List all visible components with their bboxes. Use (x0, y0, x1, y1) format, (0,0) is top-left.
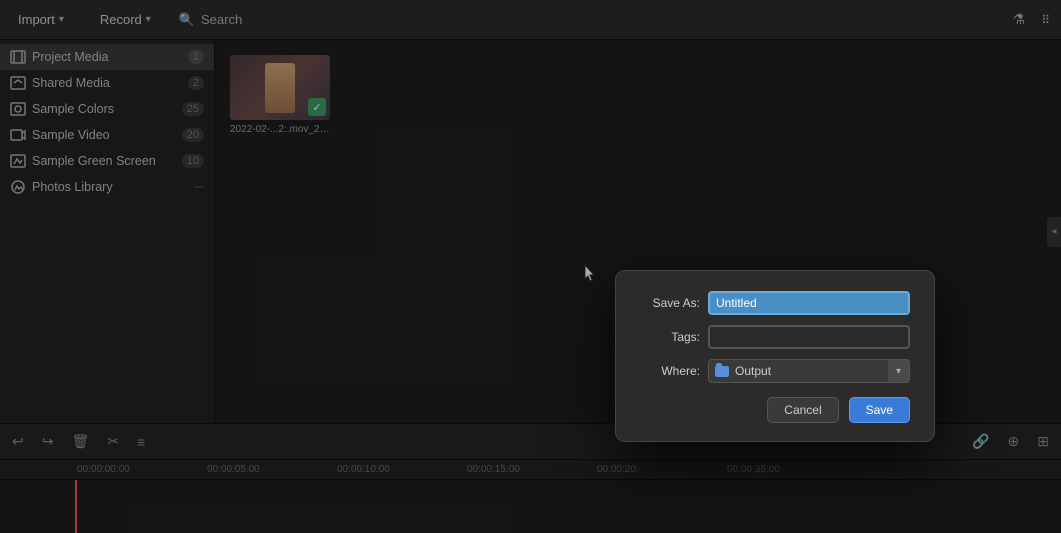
where-select-display[interactable]: Output (708, 359, 888, 383)
save-as-row: Save As: (640, 291, 910, 315)
where-row: Where: Output ▾ (640, 359, 910, 383)
tags-input[interactable] (708, 325, 910, 349)
folder-icon (715, 366, 729, 377)
cancel-button[interactable]: Cancel (767, 397, 838, 423)
where-dropdown-button[interactable]: ▾ (888, 359, 910, 383)
save-button[interactable]: Save (849, 397, 910, 423)
save-as-dialog: Save As: Tags: Where: Output ▾ Cancel Sa… (615, 270, 935, 442)
save-as-label: Save As: (640, 296, 700, 310)
where-select-wrap: Output ▾ (708, 359, 910, 383)
dialog-buttons: Cancel Save (640, 397, 910, 423)
where-label: Where: (640, 364, 700, 378)
dialog-overlay: Save As: Tags: Where: Output ▾ Cancel Sa… (0, 0, 1061, 533)
save-as-input[interactable] (708, 291, 910, 315)
tags-row: Tags: (640, 325, 910, 349)
where-value: Output (735, 364, 771, 378)
tags-label: Tags: (640, 330, 700, 344)
chevron-down-icon: ▾ (896, 366, 901, 377)
